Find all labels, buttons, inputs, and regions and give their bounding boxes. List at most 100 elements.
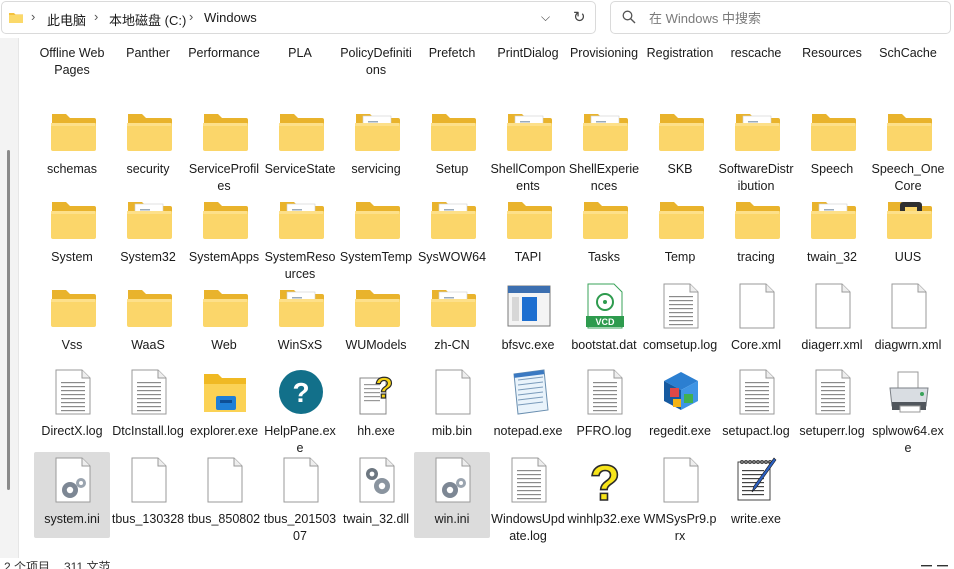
file-name: SystemApps [188,250,260,264]
chevron-right-icon: › [31,9,36,24]
file-name: Temp [664,250,696,264]
file-name: regedit.exe [649,424,711,438]
chevron-down-icon[interactable]: ⌵ [541,10,550,25]
svg-text:?: ? [590,456,621,504]
text-file-icon [810,368,856,416]
blank-file-icon [202,456,248,504]
file-name: Prefetch [428,46,476,60]
folder-doc-icon [734,106,780,154]
file-name: DtcInstall.log [112,424,184,438]
folder-icon [582,194,628,242]
hh-icon: ? [354,368,400,416]
file-name: WaaS [131,338,165,352]
file-name: notepad.exe [493,424,563,438]
file-name: SystemResources [264,250,336,281]
file-name: SysWOW64 [417,250,487,264]
text-file-icon [506,456,552,504]
folder-icon [202,282,248,330]
chevron-right-icon: › [189,9,194,24]
folder-icon [202,194,248,242]
refresh-icon[interactable]: ↻ [573,8,586,26]
svg-text:?: ? [292,377,309,408]
folder-doc-icon [430,194,476,242]
file-name: win.ini [434,512,470,526]
file-name: setuperr.log [799,424,865,438]
file-name: SystemTemp [339,250,413,264]
status-items: 2 个项目 [4,560,51,569]
folder-icon [50,194,96,242]
folder-icon [810,106,856,154]
breadcrumb-windows[interactable]: Windows [204,10,257,25]
notepad-icon [506,368,552,416]
file-name: tracing [737,250,775,264]
toolbar: › 此电脑 › 本地磁盘 (C:) › Windows ⌵ ↻ [0,0,954,38]
folder-doc-icon [126,194,172,242]
file-name: twain_32 [806,250,858,264]
folder-doc-icon [278,282,324,330]
vcd-icon: VCD [582,282,628,330]
breadcrumb-local-disk[interactable]: 本地磁盘 (C:) [109,10,186,29]
file-name: UUS [894,250,922,264]
folder-icon [886,106,932,154]
folder-icon [658,194,704,242]
file-name: ShellComponents [490,162,566,193]
file-name: diagerr.xml [801,338,863,352]
folder-icon [506,194,552,242]
text-file-icon [734,368,780,416]
file-name: Core.xml [730,338,781,352]
search-box[interactable] [610,1,951,34]
file-name: Resources [802,46,862,60]
file-name: bootstat.dat [571,338,637,352]
exe-window-icon [506,282,552,330]
text-file-icon [50,368,96,416]
file-name: WUModels [345,338,407,352]
file-name: comsetup.log [642,338,718,352]
blank-file-icon [734,282,780,330]
status-count: 311 文范 [64,560,111,569]
file-name: security [126,162,170,176]
folder-icon [354,282,400,330]
file-name: Vss [61,338,83,352]
file-name: Offline Web Pages [39,46,105,77]
file-name: Tasks [588,250,620,264]
search-icon [622,10,636,24]
file-name: ShellExperiences [568,162,640,193]
file-name: system.ini [44,512,100,526]
folder-icon [278,106,324,154]
chevron-right-icon: › [94,9,99,24]
ini-icon [50,456,96,504]
blank-file-icon [810,282,856,330]
folder-doc-icon [430,282,476,330]
search-input[interactable] [649,9,939,27]
folder-icon [430,106,476,154]
file-name: servicing [351,162,401,176]
file-name: explorer.exe [189,424,259,438]
folder-icon [50,106,96,154]
explorer-icon [202,368,248,416]
file-name: WMSysPr9.prx [643,512,717,543]
blank-file-icon [658,456,704,504]
file-name: tbus_20150307 [263,512,337,543]
blank-file-icon [126,456,172,504]
breadcrumb-this-pc[interactable]: 此电脑 [47,10,86,29]
winhlp-icon: ? [582,454,628,512]
file-name: setupact.log [722,424,790,438]
file-name: Speech_OneCore [871,162,945,193]
file-name: Registration [646,46,714,60]
write-icon [734,456,780,504]
file-name: hh.exe [357,424,395,438]
file-name: PFRO.log [576,424,632,438]
file-name: Provisioning [569,46,639,60]
address-bar[interactable]: › 此电脑 › 本地磁盘 (C:) › Windows ⌵ ↻ [1,1,596,34]
folder-icon [734,194,780,242]
details-view-icon[interactable] [920,558,950,569]
folder-icon [354,194,400,242]
vertical-scrollbar[interactable] [7,150,10,490]
blank-file-icon [430,368,476,416]
file-name: PrintDialog [497,46,559,60]
status-bar: 2 个项目 311 文范 [0,558,954,569]
folder-icon [126,106,172,154]
file-name: tbus_130328 [111,512,185,526]
file-name: System [51,250,93,264]
file-name: SoftwareDistribution [718,162,794,193]
